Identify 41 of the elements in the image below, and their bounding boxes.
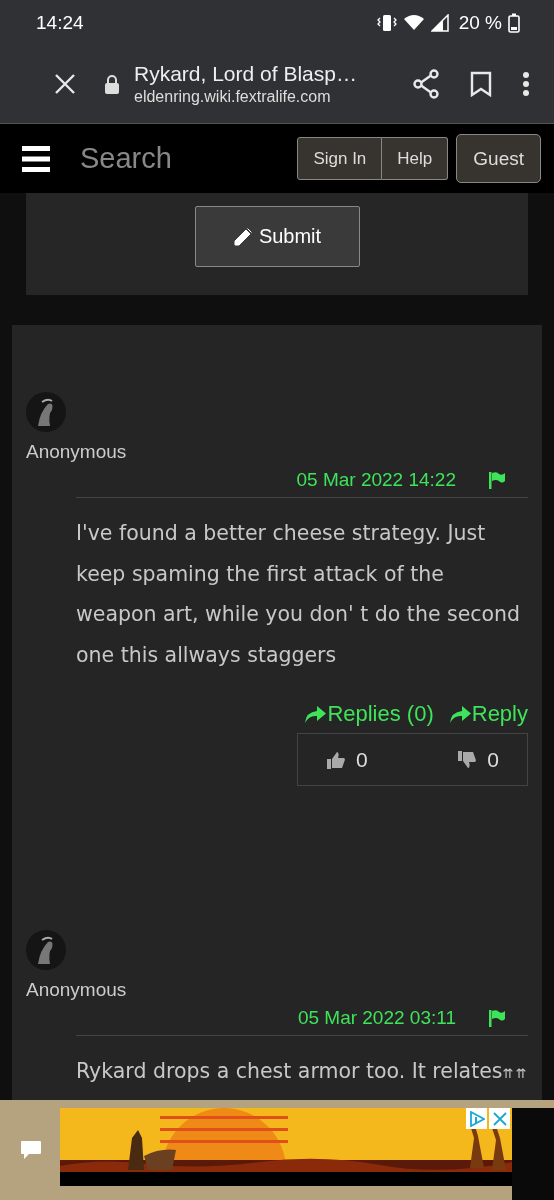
wifi-icon <box>402 14 425 31</box>
like-button[interactable]: 0 <box>326 734 368 785</box>
clock-time: 14:24 <box>36 11 84 34</box>
comment-author: Anonymous <box>26 441 128 463</box>
ad-close-button[interactable] <box>489 1108 510 1129</box>
comment-author: Anonymous <box>26 979 128 1001</box>
avatar-icon <box>26 930 66 970</box>
thumbs-up-icon <box>326 749 346 770</box>
more-options-button[interactable] <box>522 71 530 97</box>
vibrate-icon <box>376 13 397 32</box>
arrows-mark: ⇈ ⇈ <box>502 1066 526 1081</box>
account-button[interactable]: Guest <box>456 134 541 183</box>
close-button[interactable] <box>52 73 78 95</box>
pencil-icon <box>232 226 253 247</box>
comment-text: I've found a better cheese strategy. Just keep spaming the first attack of the weapon art, while you don' t do the second one this allways staggers <box>76 520 522 669</box>
share-button[interactable] <box>412 69 440 99</box>
nav-button[interactable]: Help <box>382 137 449 180</box>
flag-button[interactable] <box>488 471 506 489</box>
avatar-icon <box>26 392 66 432</box>
submit-button[interactable]: Submit <box>194 206 360 267</box>
menu-button[interactable] <box>22 144 50 173</box>
lock-icon <box>104 74 120 94</box>
dislike-button[interactable]: 0 <box>457 734 499 785</box>
battery-percent: 20 % <box>458 11 502 34</box>
signal-icon <box>430 13 449 32</box>
bookmark-button[interactable] <box>470 71 492 97</box>
comment-date: 05 Mar 2022 14:22 <box>296 469 456 491</box>
arrow-icon <box>303 704 328 724</box>
search-field[interactable]: Search <box>78 141 262 176</box>
page-url: eldenring.wiki.fextralife.com <box>134 88 332 106</box>
battery-icon <box>508 12 520 33</box>
thumbs-down-icon <box>457 749 478 770</box>
flag-button[interactable] <box>488 1009 506 1027</box>
comment-text: Rykard drops a chest armor too. It relates⇈ ⇈ <box>76 1058 527 1085</box>
arrow-icon <box>447 704 472 724</box>
ad-info-button[interactable] <box>466 1108 487 1129</box>
comment-date: 05 Mar 2022 03:11 <box>297 1007 456 1029</box>
page-title: Rykard, Lord of Blasp… <box>134 62 358 86</box>
nav-button[interactable]: Sign In <box>297 137 383 180</box>
replies-link[interactable]: Replies (0) <box>303 701 434 727</box>
reply-link[interactable]: Reply <box>447 701 528 727</box>
